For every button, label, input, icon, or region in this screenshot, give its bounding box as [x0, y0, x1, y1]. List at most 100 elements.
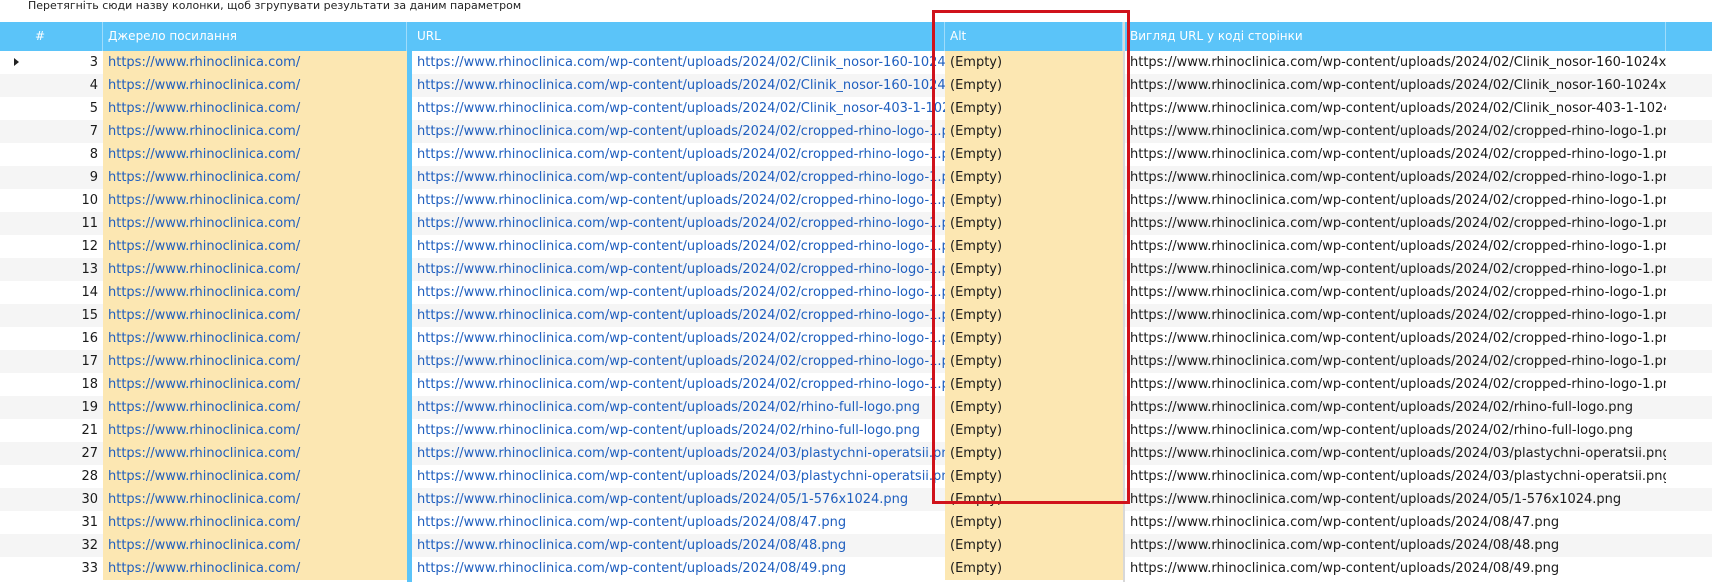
url-in-code: https://www.rhinoclinica.com/wp-content/…: [1130, 400, 1633, 415]
image-url-link[interactable]: https://www.rhinoclinica.com/wp-content/…: [412, 488, 945, 511]
source-link[interactable]: https://www.rhinoclinica.com/: [103, 327, 407, 350]
image-url-link[interactable]: https://www.rhinoclinica.com/wp-content/…: [412, 212, 945, 235]
image-url-link[interactable]: https://www.rhinoclinica.com/wp-content/…: [412, 74, 945, 97]
image-url-link[interactable]: https://www.rhinoclinica.com/wp-content/…: [412, 51, 945, 74]
source-link[interactable]: https://www.rhinoclinica.com/: [103, 419, 407, 442]
source-link[interactable]: https://www.rhinoclinica.com/: [103, 396, 407, 419]
table-row[interactable]: 15 https://www.rhinoclinica.com/https://w…: [0, 304, 1712, 327]
row-number: 30: [81, 492, 98, 507]
table-row[interactable]: 8 https://www.rhinoclinica.com/https://ww…: [0, 143, 1712, 166]
column-header-url[interactable]: URL: [412, 22, 945, 51]
alt-value: (Empty): [945, 143, 1123, 166]
source-link[interactable]: https://www.rhinoclinica.com/: [103, 534, 407, 557]
alt-value: (Empty): [945, 74, 1123, 97]
image-url-link[interactable]: https://www.rhinoclinica.com/wp-content/…: [412, 396, 945, 419]
image-url-link[interactable]: https://www.rhinoclinica.com/wp-content/…: [412, 419, 945, 442]
source-link[interactable]: https://www.rhinoclinica.com/: [103, 120, 407, 143]
image-url-link[interactable]: https://www.rhinoclinica.com/wp-content/…: [412, 465, 945, 488]
table-row[interactable]: 4 https://www.rhinoclinica.com/https://ww…: [0, 74, 1712, 97]
table-row[interactable]: 5 https://www.rhinoclinica.com/https://ww…: [0, 97, 1712, 120]
alt-value: (Empty): [945, 166, 1123, 189]
column-header-view[interactable]: Вигляд URL у коді сторінки: [1125, 22, 1666, 51]
image-url-link[interactable]: https://www.rhinoclinica.com/wp-content/…: [412, 120, 945, 143]
row-number: 14: [81, 285, 98, 300]
current-row-indicator-icon: [14, 58, 19, 66]
url-in-code: https://www.rhinoclinica.com/wp-content/…: [1130, 124, 1666, 139]
row-number: 10: [81, 193, 98, 208]
column-divider-source-url[interactable]: [407, 22, 412, 582]
table-row[interactable]: 11 https://www.rhinoclinica.com/https://w…: [0, 212, 1712, 235]
column-header-source[interactable]: Джерело посилання: [103, 22, 407, 51]
source-link[interactable]: https://www.rhinoclinica.com/: [103, 442, 407, 465]
table-row[interactable]: 31 https://www.rhinoclinica.com/https://w…: [0, 511, 1712, 534]
source-link[interactable]: https://www.rhinoclinica.com/: [103, 74, 407, 97]
column-divider-alt-view[interactable]: [1123, 22, 1125, 582]
table-row[interactable]: 7 https://www.rhinoclinica.com/https://ww…: [0, 120, 1712, 143]
url-in-code: https://www.rhinoclinica.com/wp-content/…: [1130, 423, 1633, 438]
alt-value: (Empty): [945, 51, 1123, 74]
image-url-link[interactable]: https://www.rhinoclinica.com/wp-content/…: [412, 534, 945, 557]
table-row[interactable]: 9 https://www.rhinoclinica.com/https://ww…: [0, 166, 1712, 189]
source-link[interactable]: https://www.rhinoclinica.com/: [103, 304, 407, 327]
table-row[interactable]: 14 https://www.rhinoclinica.com/https://w…: [0, 281, 1712, 304]
table-row[interactable]: 16 https://www.rhinoclinica.com/https://w…: [0, 327, 1712, 350]
source-link[interactable]: https://www.rhinoclinica.com/: [103, 465, 407, 488]
source-link[interactable]: https://www.rhinoclinica.com/: [103, 143, 407, 166]
grid-body: 3 https://www.rhinoclinica.com/https://ww…: [0, 51, 1712, 580]
image-url-link[interactable]: https://www.rhinoclinica.com/wp-content/…: [412, 304, 945, 327]
source-link[interactable]: https://www.rhinoclinica.com/: [103, 235, 407, 258]
source-link[interactable]: https://www.rhinoclinica.com/: [103, 189, 407, 212]
row-number: 18: [81, 377, 98, 392]
table-row[interactable]: 18 https://www.rhinoclinica.com/https://w…: [0, 373, 1712, 396]
table-row[interactable]: 10 https://www.rhinoclinica.com/https://w…: [0, 189, 1712, 212]
image-url-link[interactable]: https://www.rhinoclinica.com/wp-content/…: [412, 511, 945, 534]
image-url-link[interactable]: https://www.rhinoclinica.com/wp-content/…: [412, 327, 945, 350]
table-row[interactable]: 3 https://www.rhinoclinica.com/https://ww…: [0, 51, 1712, 74]
url-in-code: https://www.rhinoclinica.com/wp-content/…: [1130, 561, 1560, 576]
group-by-hint[interactable]: Перетягніть сюди назву колонки, щоб згру…: [28, 0, 521, 14]
table-row[interactable]: 28 https://www.rhinoclinica.com/https://w…: [0, 465, 1712, 488]
table-row[interactable]: 13 https://www.rhinoclinica.com/https://w…: [0, 258, 1712, 281]
source-link[interactable]: https://www.rhinoclinica.com/: [103, 511, 407, 534]
image-url-link[interactable]: https://www.rhinoclinica.com/wp-content/…: [412, 258, 945, 281]
image-url-link[interactable]: https://www.rhinoclinica.com/wp-content/…: [412, 373, 945, 396]
image-url-link[interactable]: https://www.rhinoclinica.com/wp-content/…: [412, 442, 945, 465]
url-in-code: https://www.rhinoclinica.com/wp-content/…: [1130, 538, 1560, 553]
source-link[interactable]: https://www.rhinoclinica.com/: [103, 97, 407, 120]
source-link[interactable]: https://www.rhinoclinica.com/: [103, 166, 407, 189]
table-row[interactable]: 30 https://www.rhinoclinica.com/https://w…: [0, 488, 1712, 511]
alt-value: (Empty): [945, 212, 1123, 235]
image-url-link[interactable]: https://www.rhinoclinica.com/wp-content/…: [412, 281, 945, 304]
source-link[interactable]: https://www.rhinoclinica.com/: [103, 350, 407, 373]
table-row[interactable]: 27 https://www.rhinoclinica.com/https://w…: [0, 442, 1712, 465]
source-link[interactable]: https://www.rhinoclinica.com/: [103, 488, 407, 511]
table-row[interactable]: 33 https://www.rhinoclinica.com/https://w…: [0, 557, 1712, 580]
source-link[interactable]: https://www.rhinoclinica.com/: [103, 258, 407, 281]
source-link[interactable]: https://www.rhinoclinica.com/: [103, 212, 407, 235]
url-in-code: https://www.rhinoclinica.com/wp-content/…: [1130, 170, 1666, 185]
source-link[interactable]: https://www.rhinoclinica.com/: [103, 51, 407, 74]
table-row[interactable]: 17 https://www.rhinoclinica.com/https://w…: [0, 350, 1712, 373]
image-url-link[interactable]: https://www.rhinoclinica.com/wp-content/…: [412, 557, 945, 580]
table-row[interactable]: 21 https://www.rhinoclinica.com/https://w…: [0, 419, 1712, 442]
image-url-link[interactable]: https://www.rhinoclinica.com/wp-content/…: [412, 166, 945, 189]
column-header-alt[interactable]: Alt: [945, 22, 1123, 51]
source-link[interactable]: https://www.rhinoclinica.com/: [103, 373, 407, 396]
alt-value: (Empty): [945, 534, 1123, 557]
table-row[interactable]: 19 https://www.rhinoclinica.com/https://w…: [0, 396, 1712, 419]
image-url-link[interactable]: https://www.rhinoclinica.com/wp-content/…: [412, 189, 945, 212]
table-row[interactable]: 12 https://www.rhinoclinica.com/https://w…: [0, 235, 1712, 258]
row-number: 27: [81, 446, 98, 461]
column-header-num[interactable]: #: [28, 22, 103, 51]
row-number: 33: [81, 561, 98, 576]
table-row[interactable]: 32 https://www.rhinoclinica.com/https://w…: [0, 534, 1712, 557]
alt-value: (Empty): [945, 488, 1123, 511]
image-url-link[interactable]: https://www.rhinoclinica.com/wp-content/…: [412, 143, 945, 166]
image-url-link[interactable]: https://www.rhinoclinica.com/wp-content/…: [412, 350, 945, 373]
source-link[interactable]: https://www.rhinoclinica.com/: [103, 281, 407, 304]
image-url-link[interactable]: https://www.rhinoclinica.com/wp-content/…: [412, 235, 945, 258]
image-url-link[interactable]: https://www.rhinoclinica.com/wp-content/…: [412, 97, 945, 120]
url-in-code: https://www.rhinoclinica.com/wp-content/…: [1130, 377, 1666, 392]
row-number: 7: [89, 124, 98, 139]
source-link[interactable]: https://www.rhinoclinica.com/: [103, 557, 407, 580]
